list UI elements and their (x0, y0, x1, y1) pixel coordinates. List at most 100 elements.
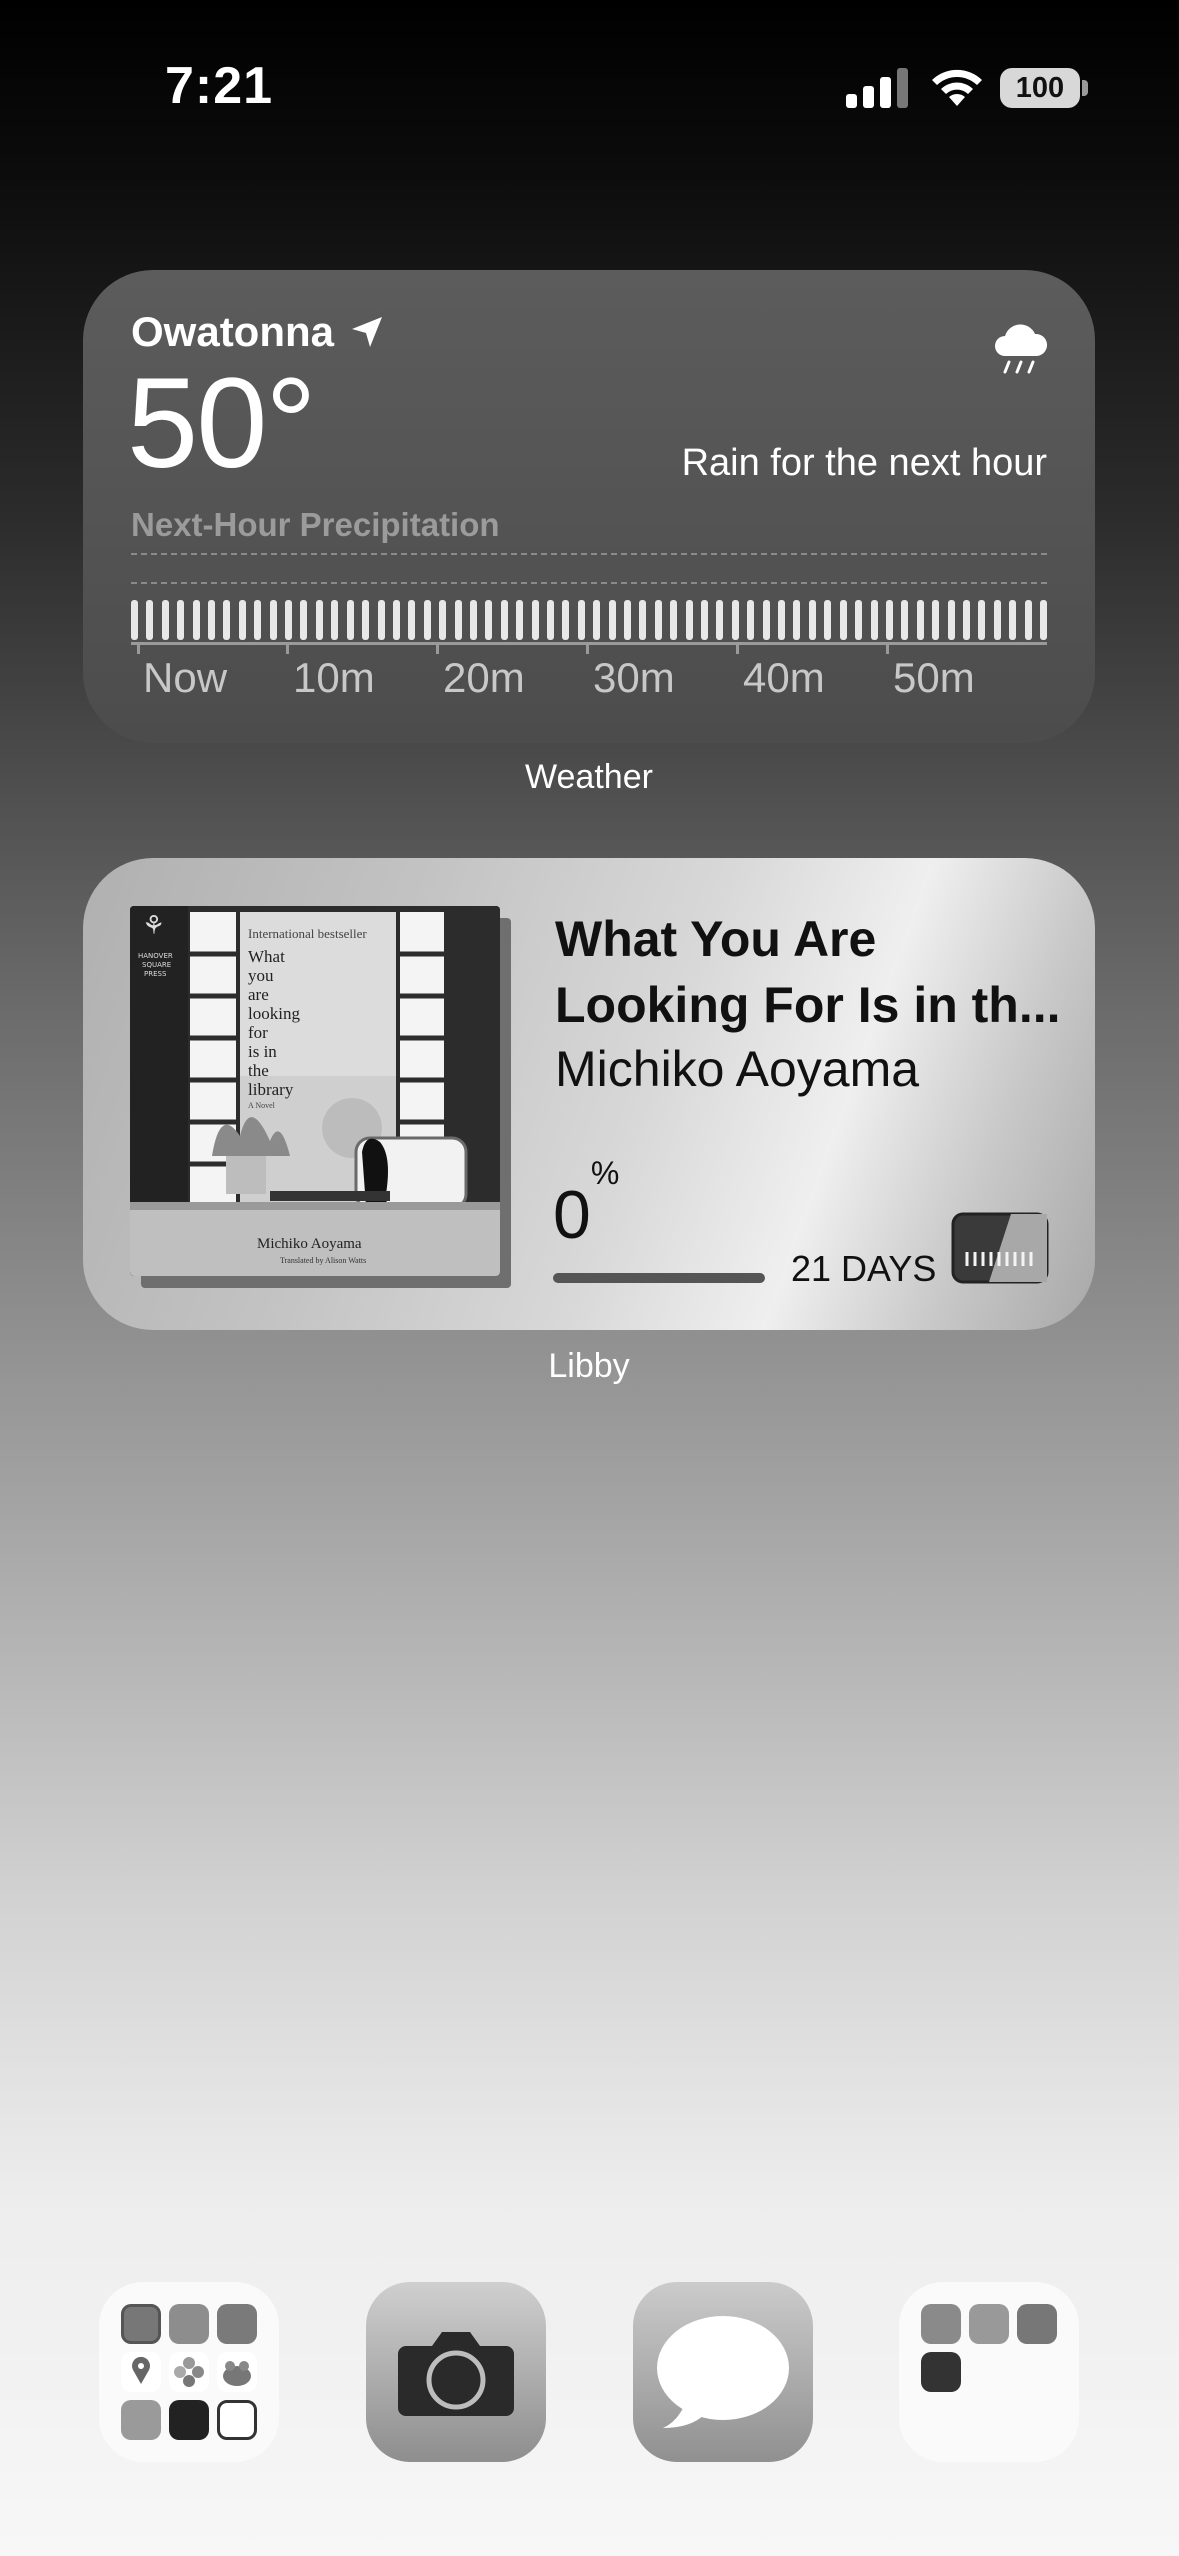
loan-timer-icon (951, 1212, 1049, 1284)
precipitation-bar (762, 600, 770, 640)
svg-text:⚘: ⚘ (142, 911, 165, 941)
precipitation-bar (300, 600, 308, 640)
precipitation-bar (1039, 600, 1047, 640)
precipitation-bar (500, 600, 508, 640)
precipitation-bar (716, 600, 724, 640)
time-label-10m: 10m (293, 654, 375, 701)
time-label-50m: 50m (893, 654, 975, 701)
cover-banner: International bestseller (248, 926, 367, 941)
checkbox-app-icon (217, 2400, 257, 2440)
precipitation-bar (269, 600, 277, 640)
precipitation-bar (223, 600, 231, 640)
precipitation-title: Next-Hour Precipitation (131, 506, 500, 543)
precipitation-bars (131, 600, 1047, 640)
time-label-40m: 40m (743, 654, 825, 701)
publisher-line: HANOVER (138, 952, 173, 960)
precipitation-bar (778, 600, 786, 640)
cellular-signal-icon (846, 68, 908, 108)
precipitation-bar (238, 600, 246, 640)
baby-app-icon (921, 2304, 961, 2344)
book-title: What You Are Looking For Is in th... (555, 906, 1075, 1038)
cover-author: Michiko Aoyama (257, 1236, 362, 1252)
precipitation-bar (962, 600, 970, 640)
message-bubble-icon (657, 2316, 789, 2428)
find-my-icon (121, 2352, 161, 2392)
precipitation-bar (346, 600, 354, 640)
precipitation-bar (685, 600, 693, 640)
cloud-rain-icon (995, 324, 1048, 374)
precipitation-bar (254, 600, 262, 640)
fruit-app-icon (969, 2304, 1009, 2344)
weather-location: Owatonna (131, 308, 384, 356)
chart-tick (436, 642, 439, 654)
precipitation-bar (901, 600, 909, 640)
obsidian-icon (169, 2400, 209, 2440)
chart-tick (137, 642, 140, 654)
publisher-line: SQUARE (142, 961, 171, 969)
libby-widget[interactable]: ⚘ HANOVER SQUARE PRESS International bes… (83, 858, 1095, 1330)
precipitation-bar (131, 600, 138, 640)
progress-value: 0 (553, 1177, 591, 1253)
precipitation-bar (208, 600, 216, 640)
app-folder-right[interactable] (899, 2282, 1079, 2462)
music-icon (217, 2304, 257, 2344)
reading-progress-percent: 0% (553, 1155, 619, 1254)
precipitation-bar (485, 600, 493, 640)
precipitation-bar (469, 600, 477, 640)
precipitation-bar (731, 600, 739, 640)
loan-days-remaining: 21 DAYS (791, 1248, 937, 1289)
cover-title-line: is in (248, 1042, 277, 1061)
precipitation-bar (701, 600, 709, 640)
cover-title-line: library (248, 1080, 294, 1099)
precipitation-bar (839, 600, 847, 640)
precipitation-bar (993, 600, 1001, 640)
book-title-line-1: What You Are (555, 911, 877, 967)
chart-gridline (131, 553, 1047, 555)
precipitation-bar (562, 600, 570, 640)
fitness-dumbbell-icon (921, 2352, 961, 2392)
libby-widget-label: Libby (548, 1347, 630, 1385)
precipitation-bar (516, 600, 524, 640)
time-label-30m: 30m (593, 654, 675, 701)
battery-indicator: 100 (1000, 68, 1080, 108)
precipitation-bar (392, 600, 400, 640)
precipitation-bar (885, 600, 893, 640)
book-cover-art: ⚘ HANOVER SQUARE PRESS International bes… (130, 906, 500, 1276)
precipitation-bar (1009, 600, 1017, 640)
photos-icon (169, 2352, 209, 2392)
cover-title-line: are (248, 985, 269, 1004)
precipitation-bar (285, 600, 293, 640)
weather-temperature: 50° (127, 352, 317, 495)
precipitation-bar (362, 600, 370, 640)
cover-title-line: the (248, 1061, 269, 1080)
camera-app[interactable] (366, 2282, 546, 2462)
frog-app-icon (217, 2352, 257, 2392)
book-title-line-2: Looking For Is in th... (555, 977, 1061, 1033)
time-label-20m: 20m (443, 654, 525, 701)
precipitation-bar (593, 600, 601, 640)
precipitation-bar (546, 600, 554, 640)
cover-title-line: you (248, 966, 274, 985)
book-cover: ⚘ HANOVER SQUARE PRESS International bes… (130, 906, 500, 1276)
weather-city: Owatonna (131, 308, 335, 355)
chart-tick (886, 642, 889, 654)
image-app-icon (1017, 2304, 1057, 2344)
precipitation-bar (916, 600, 924, 640)
time-label-now: Now (143, 654, 228, 701)
precipitation-bar (808, 600, 816, 640)
weather-widget[interactable]: Owatonna 50° Rain for the next hour Next… (83, 270, 1095, 743)
messages-app[interactable] (633, 2282, 813, 2462)
cover-title-line: What (248, 947, 285, 966)
precipitation-bar (331, 600, 339, 640)
cover-title-line: for (248, 1023, 268, 1042)
precipitation-bar (146, 600, 154, 640)
chart-tick (286, 642, 289, 654)
precipitation-bar (670, 600, 678, 640)
precipitation-bar (747, 600, 755, 640)
app-folder-left[interactable] (99, 2282, 279, 2462)
precipitation-bar (177, 600, 185, 640)
cover-subtitle: A Novel (248, 1101, 276, 1110)
weather-widget-label: Weather (525, 758, 653, 796)
chart-tick (736, 642, 739, 654)
wifi-icon (932, 69, 982, 106)
